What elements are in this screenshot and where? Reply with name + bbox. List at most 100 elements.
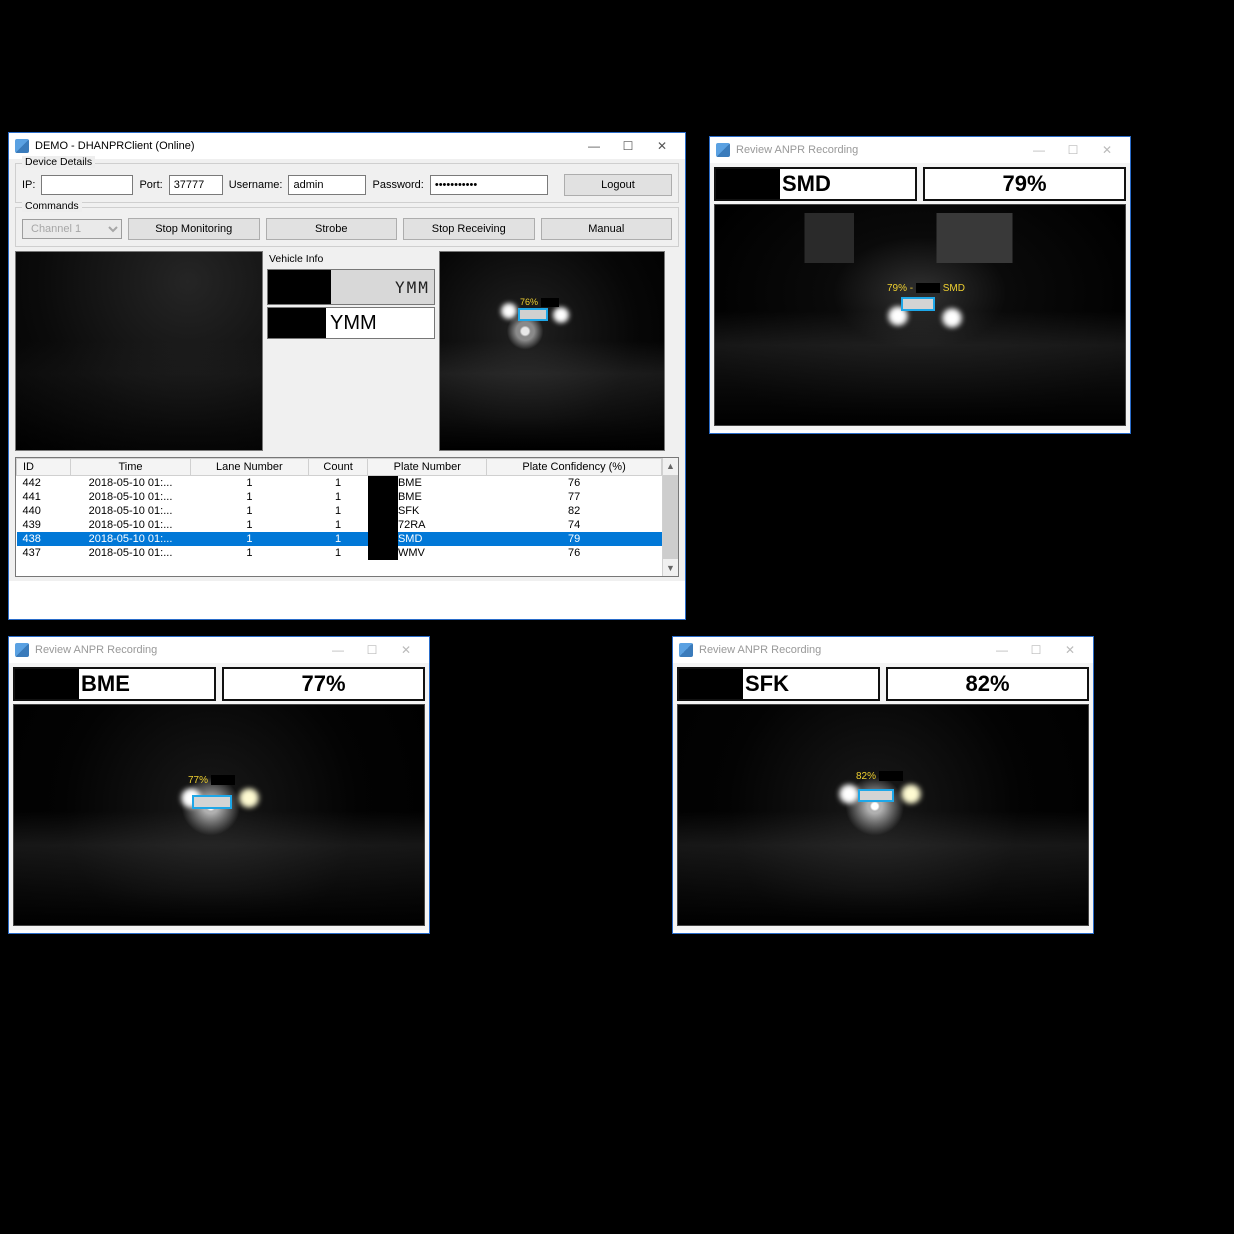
table-header[interactable]: Lane Number [191, 459, 309, 476]
table-cell: 437 [17, 546, 71, 560]
review-window-1: Review ANPR Recording — ☐ ✕ SMD 79% 79% … [709, 136, 1131, 434]
vehicle-info-label: Vehicle Info [269, 253, 435, 265]
titlebar[interactable]: DEMO - DHANPRClient (Online) — ☐ ✕ [9, 133, 685, 159]
table-cell: 439 [17, 518, 71, 532]
device-details-group: Device Details IP: Port: Username: Passw… [15, 163, 679, 203]
titlebar[interactable]: Review ANPR Recording — ☐ ✕ [9, 637, 429, 663]
table-cell: 2018-05-10 01:... [71, 476, 191, 491]
close-button[interactable]: ✕ [1090, 139, 1124, 161]
table-header[interactable]: Plate Number [368, 459, 487, 476]
live-camera-right: 76% [439, 251, 665, 451]
table-cell: 2018-05-10 01:... [71, 490, 191, 504]
overlay-text: 79% - SMD [887, 283, 965, 294]
maximize-button[interactable]: ☐ [1019, 639, 1053, 661]
window-title: Review ANPR Recording [699, 644, 985, 656]
review-plate-cell: SFK [677, 667, 880, 701]
plate-redaction-block [368, 518, 398, 532]
review-confidence-text: 77% [301, 671, 345, 697]
maximize-button[interactable]: ☐ [355, 639, 389, 661]
table-header[interactable]: Plate Confidency (%) [487, 459, 662, 476]
table-cell: 1 [191, 490, 309, 504]
maximize-button[interactable]: ☐ [611, 135, 645, 157]
table-cell: 1 [308, 546, 368, 560]
table-cell: 82 [487, 504, 662, 518]
table-cell: 1 [308, 518, 368, 532]
overlay-plate-box [192, 795, 232, 809]
minimize-button[interactable]: — [1022, 139, 1056, 161]
password-label: Password: [372, 179, 423, 191]
overlay-text: 77% [188, 775, 235, 786]
plate-readout-text: YMM [326, 312, 434, 335]
titlebar[interactable]: Review ANPR Recording — ☐ ✕ [710, 137, 1130, 163]
username-label: Username: [229, 179, 283, 191]
logout-button[interactable]: Logout [564, 174, 672, 196]
plate-cell-text: BME [398, 477, 422, 489]
table-row[interactable]: 4412018-05-10 01:...11BME77 [17, 490, 662, 504]
review-plate-cell: BME [13, 667, 216, 701]
stop-monitoring-button[interactable]: Stop Monitoring [128, 218, 260, 240]
strobe-button[interactable]: Strobe [266, 218, 398, 240]
minimize-button[interactable]: — [577, 135, 611, 157]
scroll-thumb[interactable] [663, 475, 678, 559]
table-cell: 1 [191, 518, 309, 532]
close-button[interactable]: ✕ [645, 135, 679, 157]
table-cell: BME [368, 490, 487, 504]
table-header[interactable]: Count [308, 459, 368, 476]
main-window: DEMO - DHANPRClient (Online) — ☐ ✕ Devic… [8, 132, 686, 620]
device-details-label: Device Details [22, 156, 95, 168]
plate-redaction-block [679, 669, 743, 699]
overlay-plate-box [858, 789, 894, 802]
plate-cell-text: BME [398, 491, 422, 503]
ip-label: IP: [22, 179, 35, 191]
maximize-button[interactable]: ☐ [1056, 139, 1090, 161]
scroll-up-button[interactable]: ▲ [663, 458, 678, 474]
manual-button[interactable]: Manual [541, 218, 673, 240]
titlebar[interactable]: Review ANPR Recording — ☐ ✕ [673, 637, 1093, 663]
review-playback: 79% - SMD [714, 204, 1126, 426]
scroll-down-button[interactable]: ▼ [663, 560, 678, 576]
table-header[interactable]: Time [71, 459, 191, 476]
plate-cell-text: WMV [398, 547, 425, 559]
table-row[interactable]: 4372018-05-10 01:...11WMV76 [17, 546, 662, 560]
username-input[interactable] [288, 175, 366, 195]
ip-input[interactable] [41, 175, 133, 195]
plate-cell-text: 72RA [398, 519, 426, 531]
review-plate-text: SMD [780, 171, 831, 197]
table-cell: 1 [191, 546, 309, 560]
review-confidence-cell: 77% [222, 667, 425, 701]
review-confidence-text: 82% [965, 671, 1009, 697]
plate-redaction-block [368, 476, 398, 490]
channel-select[interactable]: Channel 1 [22, 219, 122, 239]
minimize-button[interactable]: — [985, 639, 1019, 661]
table-row[interactable]: 4402018-05-10 01:...11SFK82 [17, 504, 662, 518]
table-cell: 2018-05-10 01:... [71, 532, 191, 546]
password-input[interactable] [430, 175, 548, 195]
overlay-plate-box [901, 297, 935, 311]
close-button[interactable]: ✕ [1053, 639, 1087, 661]
table-cell: 77 [487, 490, 662, 504]
table-cell: 1 [191, 504, 309, 518]
stop-receiving-button[interactable]: Stop Receiving [403, 218, 535, 240]
app-icon [679, 643, 693, 657]
table-cell: 1 [308, 476, 368, 491]
plate-thumbnail-text: MMY [393, 278, 428, 297]
review-plate-cell: SMD [714, 167, 917, 201]
table-header[interactable]: ID [17, 459, 71, 476]
table-row[interactable]: 4382018-05-10 01:...11SMD79 [17, 532, 662, 546]
table-cell: 72RA [368, 518, 487, 532]
plate-redaction-block [368, 504, 398, 518]
port-input[interactable] [169, 175, 223, 195]
table-cell: 2018-05-10 01:... [71, 504, 191, 518]
table-cell: 1 [308, 490, 368, 504]
table-row[interactable]: 4392018-05-10 01:...1172RA74 [17, 518, 662, 532]
port-label: Port: [139, 179, 162, 191]
table-scrollbar[interactable]: ▲ ▼ [662, 458, 678, 576]
table-cell: WMV [368, 546, 487, 560]
minimize-button[interactable]: — [321, 639, 355, 661]
close-button[interactable]: ✕ [389, 639, 423, 661]
table-cell: 1 [308, 504, 368, 518]
table-row[interactable]: 4422018-05-10 01:...11BME76 [17, 476, 662, 491]
plate-readout: YMM [267, 307, 435, 339]
table-cell: 76 [487, 476, 662, 491]
table-cell: 2018-05-10 01:... [71, 546, 191, 560]
